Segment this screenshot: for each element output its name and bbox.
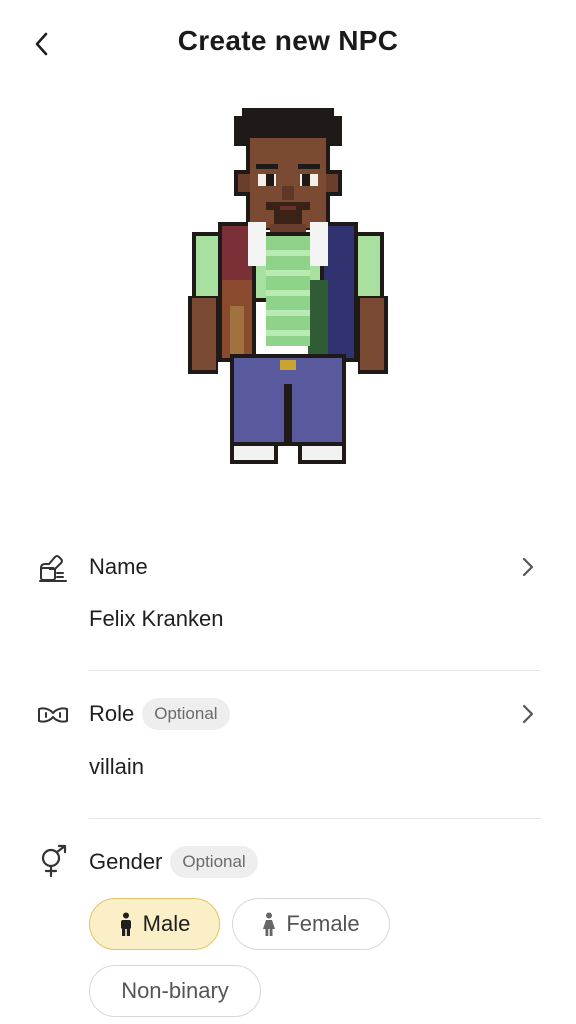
chip-label: Non-binary — [121, 978, 229, 1003]
role-chevron-icon[interactable] — [516, 702, 540, 726]
role-field[interactable]: Role Optional villain — [0, 688, 576, 818]
signature-icon — [36, 552, 70, 586]
gender-icon — [36, 844, 70, 878]
chip-label: Female — [286, 911, 360, 936]
role-label: Role Optional — [89, 696, 230, 732]
female-person-icon — [262, 912, 276, 936]
gender-field: Gender Optional Male Female Non-binary — [0, 836, 576, 1024]
name-label: Name — [89, 552, 148, 582]
page-title: Create new NPC — [177, 25, 399, 56]
gender-label-text: Gender — [89, 849, 163, 874]
chip-label: Male — [142, 911, 191, 936]
role-label-text: Role — [89, 701, 135, 726]
npc-avatar — [184, 100, 392, 472]
role-value: villain — [89, 754, 145, 779]
optional-badge: Optional — [170, 846, 258, 878]
divider — [89, 670, 541, 671]
mask-icon — [36, 698, 70, 732]
gender-label: Gender Optional — [89, 844, 258, 880]
name-label-text: Name — [89, 554, 148, 579]
gender-option-female[interactable]: Female — [232, 898, 390, 950]
name-chevron-icon[interactable] — [516, 555, 540, 579]
divider — [89, 818, 541, 819]
gender-option-non-binary[interactable]: Non-binary — [89, 965, 261, 1017]
name-value: Felix Kranken — [89, 606, 224, 631]
optional-badge: Optional — [142, 698, 230, 730]
name-field[interactable]: Name Felix Kranken — [0, 540, 576, 670]
male-person-icon — [119, 912, 133, 936]
gender-option-male[interactable]: Male — [89, 898, 220, 950]
top-bar: Create new NPC — [0, 0, 576, 86]
